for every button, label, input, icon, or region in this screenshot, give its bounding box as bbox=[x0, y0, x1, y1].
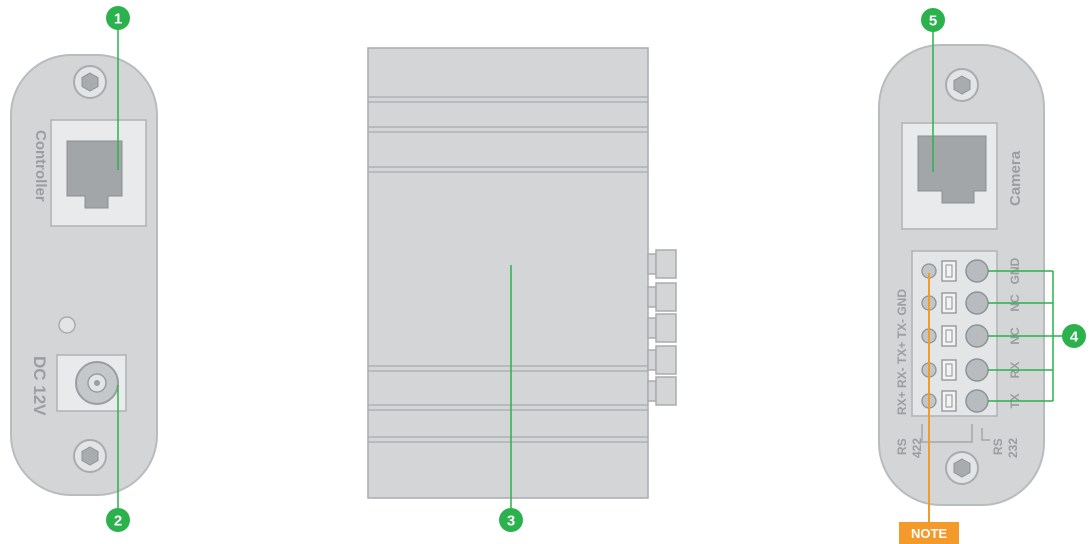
note-badge: NOTE bbox=[899, 522, 959, 544]
led-indicator bbox=[58, 316, 76, 334]
side-connectors bbox=[647, 249, 677, 406]
terminal-screw bbox=[965, 259, 989, 283]
camera-label: Camera bbox=[1007, 150, 1024, 206]
callout-2: 2 bbox=[106, 508, 130, 532]
dc-power-jack bbox=[56, 354, 127, 412]
callout-4: 4 bbox=[1062, 324, 1086, 348]
controller-panel: Controller DC 12V bbox=[10, 54, 158, 496]
device-housing bbox=[367, 47, 677, 499]
terminal-block bbox=[911, 250, 998, 417]
screw-icon bbox=[945, 451, 979, 485]
svg-text:4: 4 bbox=[1070, 329, 1079, 346]
screw-icon bbox=[73, 439, 107, 473]
terminal-release-tab bbox=[941, 359, 957, 381]
terminal-release-tab bbox=[941, 325, 957, 347]
screw-icon bbox=[945, 68, 979, 102]
terminal-release-tab bbox=[941, 260, 957, 282]
terminal-screw bbox=[965, 389, 989, 413]
controller-label: Controller bbox=[32, 130, 49, 202]
screw-icon bbox=[73, 65, 107, 99]
svg-text:2: 2 bbox=[114, 513, 122, 530]
terminal-release-tab bbox=[941, 390, 957, 412]
callout-1: 1 bbox=[106, 6, 130, 30]
svg-text:NOTE: NOTE bbox=[911, 526, 947, 541]
terminal-screw bbox=[965, 324, 989, 348]
camera-panel: Camera RX+ RX- TX+ TX- GND RS 422 RS 232… bbox=[878, 44, 1045, 506]
housing-body bbox=[367, 47, 649, 499]
camera-port bbox=[901, 122, 998, 230]
rs232-label-a: RS bbox=[991, 438, 1005, 455]
callout-3: 3 bbox=[499, 508, 523, 532]
rs232-label-b: 232 bbox=[1006, 438, 1020, 458]
callout-5: 5 bbox=[921, 8, 945, 32]
terminal-screw bbox=[965, 291, 989, 315]
svg-text:1: 1 bbox=[114, 11, 122, 28]
terminal-release-tab bbox=[941, 292, 957, 314]
svg-text:5: 5 bbox=[929, 13, 937, 30]
rs422-label-b: 422 bbox=[910, 438, 924, 458]
rs422-label-a: RS bbox=[895, 438, 909, 455]
terminal-screw bbox=[965, 358, 989, 382]
controller-port bbox=[50, 119, 147, 227]
power-label: DC 12V bbox=[30, 356, 49, 416]
rs422-pin-labels: RX+ RX- TX+ TX- GND bbox=[895, 289, 909, 415]
svg-text:3: 3 bbox=[507, 513, 515, 530]
